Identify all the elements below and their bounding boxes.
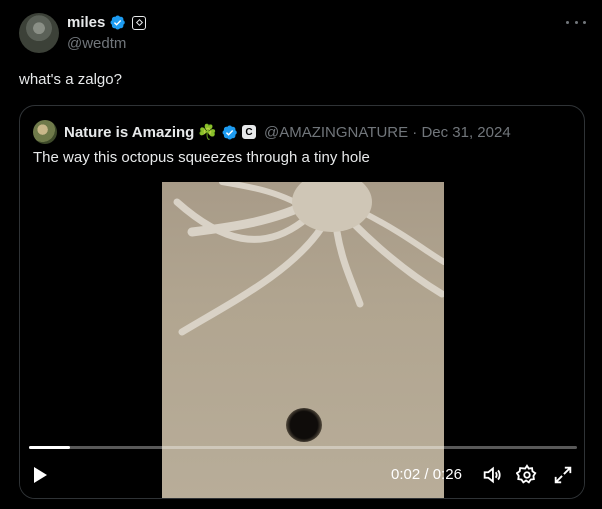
video-controls: 0:02 / 0:26	[20, 460, 584, 490]
tweet-text: what's a zalgo?	[19, 71, 122, 88]
video-frame[interactable]	[162, 182, 444, 498]
shamrock-emoji-icon: ☘️	[198, 124, 217, 141]
time-separator: /	[424, 466, 429, 483]
quoted-display-name[interactable]: Nature is Amazing	[64, 124, 194, 141]
tiny-hole	[286, 408, 322, 442]
octopus-image	[173, 182, 444, 336]
quoted-verified-badge-icon[interactable]	[221, 124, 238, 141]
author-handle[interactable]: @wedtm	[67, 35, 126, 52]
quoted-handle-date[interactable]: @AMAZINGNATURE · Dec 31, 2024	[264, 124, 511, 141]
video-time: 0:02 / 0:26	[391, 466, 462, 483]
verified-badge-icon[interactable]	[109, 14, 126, 31]
duration: 0:26	[432, 466, 462, 483]
more-options-icon[interactable]	[566, 14, 586, 30]
quoted-tweet[interactable]: Nature is Amazing ☘️ C @AMAZINGNATURE · …	[19, 105, 585, 499]
video-player[interactable]: 0:02 / 0:26	[20, 182, 584, 498]
affiliate-c-badge-icon[interactable]: C	[242, 125, 256, 139]
quoted-avatar[interactable]	[33, 120, 57, 144]
affiliate-badge-icon[interactable]	[132, 15, 147, 30]
quoted-text: The way this octopus squeezes through a …	[33, 149, 370, 166]
volume-icon[interactable]	[481, 464, 503, 486]
author-display-name[interactable]: miles	[67, 14, 105, 31]
settings-gear-icon[interactable]	[516, 464, 538, 486]
current-time: 0:02	[391, 466, 421, 483]
fullscreen-icon[interactable]	[552, 464, 574, 486]
author-name-row: miles	[67, 14, 147, 31]
play-icon[interactable]	[34, 467, 47, 483]
quoted-header: Nature is Amazing ☘️ C @AMAZINGNATURE · …	[33, 120, 511, 144]
author-avatar[interactable]	[19, 13, 59, 53]
video-progress-fill	[29, 446, 71, 449]
video-progress-bar[interactable]	[29, 446, 577, 449]
